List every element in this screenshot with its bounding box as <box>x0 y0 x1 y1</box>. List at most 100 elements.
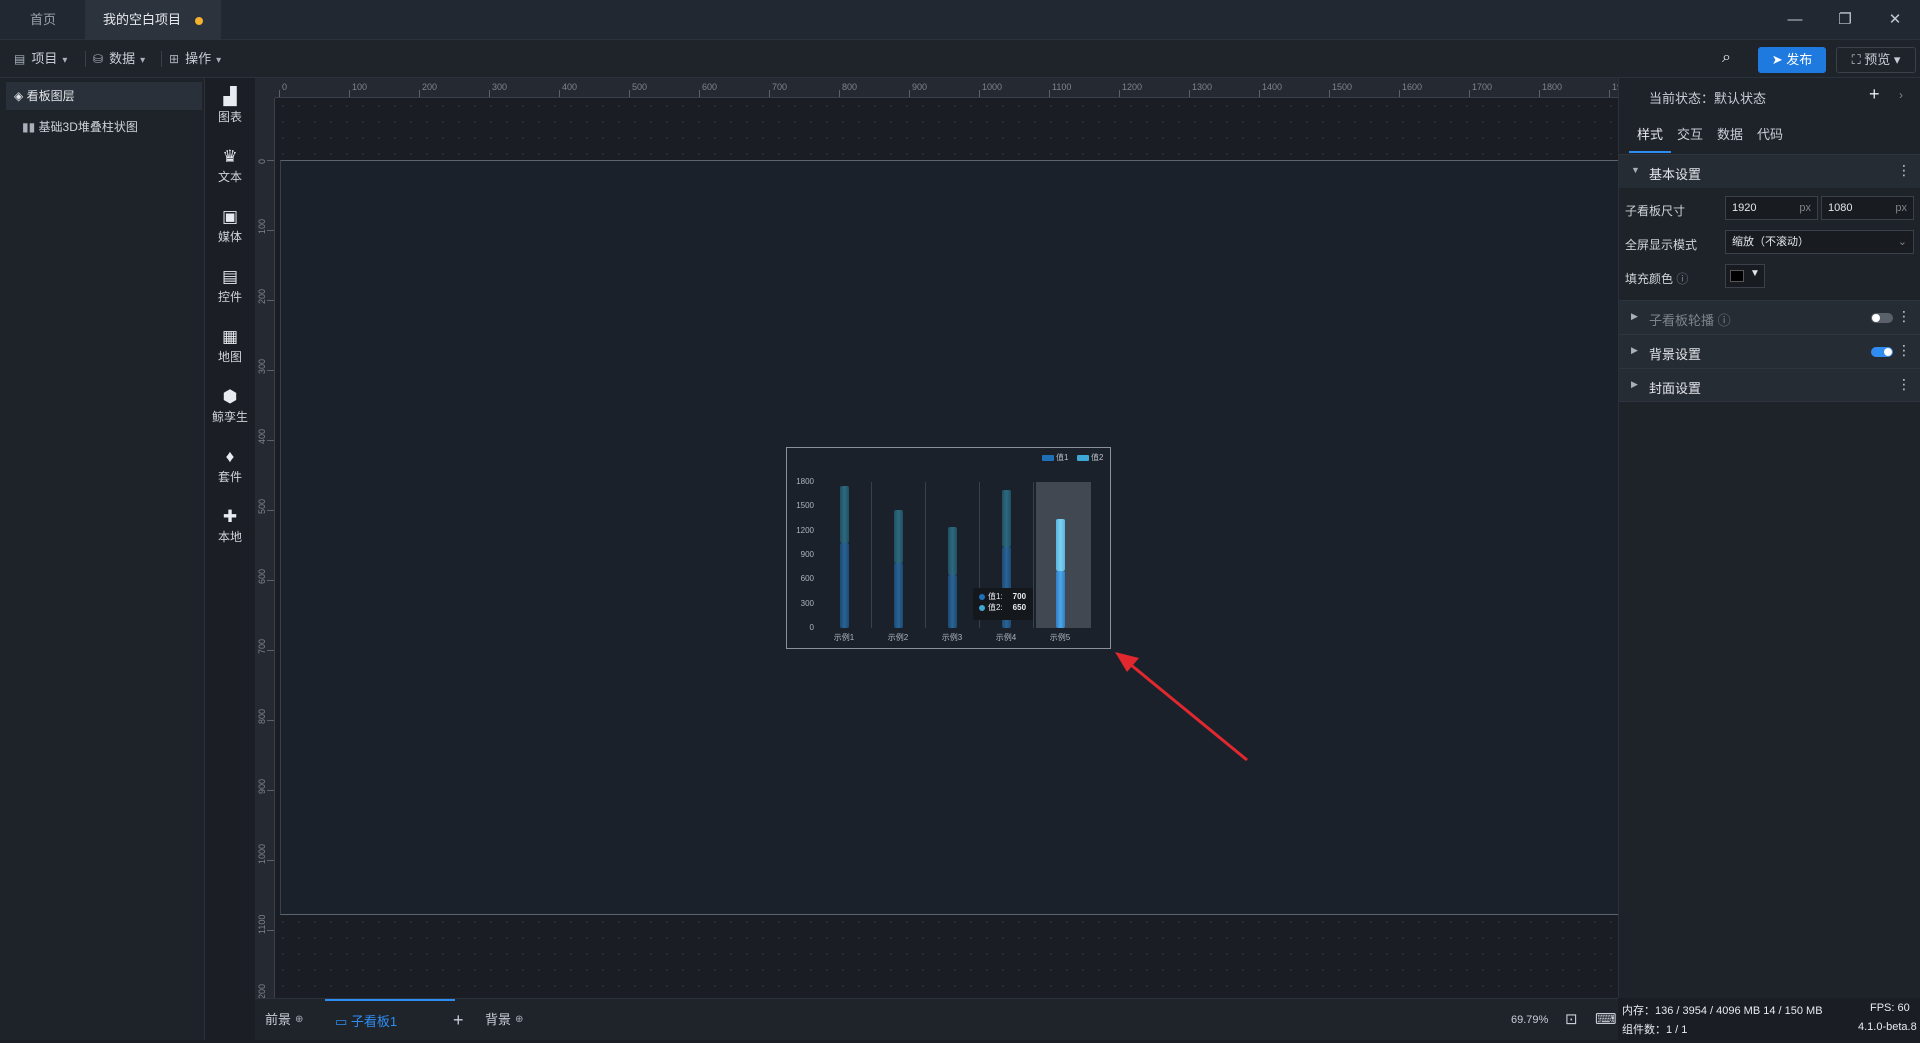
toggle-knob <box>1872 314 1880 322</box>
layers-panel: ◈ 看板图层 ▮▮ 基础3D堆叠柱状图 <box>0 78 205 1040</box>
tool-control[interactable]: ▤ 控件 <box>205 266 255 305</box>
add-circle-icon[interactable]: ⊕ <box>515 1014 523 1025</box>
bar-值1-示例5[interactable] <box>1056 571 1065 628</box>
annotation-arrow <box>1115 652 1248 762</box>
minimize-button[interactable]: — <box>1772 0 1818 40</box>
cube-icon: ⬢ <box>222 387 238 406</box>
fullscreen-select[interactable]: 缩放（不滚动） ⌄ <box>1725 230 1914 254</box>
tab-interaction[interactable]: 交互 <box>1677 124 1703 151</box>
y-tick-label: 600 <box>800 574 814 584</box>
tool-chart[interactable]: ▟ 图表 <box>205 86 255 125</box>
layer-item[interactable]: ▮▮ 基础3D堆叠柱状图 <box>22 118 138 135</box>
bar-值1-示例3[interactable] <box>948 575 957 628</box>
keyboard-icon[interactable]: ⌨ <box>1595 999 1617 1041</box>
media-icon: ▣ <box>221 207 239 226</box>
close-button[interactable]: ✕ <box>1872 0 1918 40</box>
menu-data[interactable]: ⛁ 数据 ▾ <box>85 40 153 78</box>
help-icon[interactable]: ⓘ <box>1714 313 1731 328</box>
tab-project[interactable]: 我的空白项目 <box>85 0 222 40</box>
preview-button[interactable]: ⛶ 预览 ▾ <box>1836 47 1916 73</box>
tooltip-row: 值2: 650 <box>979 602 1027 613</box>
bar-值2-示例2[interactable] <box>894 510 903 564</box>
toggle-knob <box>1884 348 1892 356</box>
more-icon[interactable]: ⋮ <box>1897 162 1911 179</box>
vertical-ruler[interactable]: 0 100 200 300 400 500 600 700 800 900 1000 1100 1200 <box>255 98 275 998</box>
search-icon[interactable]: ⌕ <box>1722 49 1731 67</box>
add-subboard-button[interactable]: + <box>453 999 464 1041</box>
publish-button[interactable]: ➤ 发布 <box>1758 47 1826 73</box>
chevron-right-icon[interactable]: › <box>1899 88 1903 102</box>
more-icon[interactable]: ⋮ <box>1897 308 1911 325</box>
ruler-tick <box>979 90 980 97</box>
tool-kit[interactable]: ♦ 套件 <box>205 446 255 485</box>
ruler-tick <box>267 790 274 791</box>
ruler-label: 1200 <box>1122 82 1143 92</box>
tab-foreground[interactable]: 前景 ⊕ <box>265 999 303 1041</box>
section-carousel[interactable]: ▶ 子看板轮播 ⓘ ⋮ <box>1619 300 1920 334</box>
tool-local[interactable]: ✚ 本地 <box>205 506 255 545</box>
ruler-label: 600 <box>257 568 267 584</box>
bar-值2-示例3[interactable] <box>948 526 957 576</box>
bar-值1-示例2[interactable] <box>894 563 903 628</box>
gridline <box>1033 482 1034 628</box>
carousel-toggle[interactable] <box>1871 313 1893 323</box>
bar-值2-示例4[interactable] <box>1002 490 1011 547</box>
tool-twin[interactable]: ⬢ 鲸孪生 <box>205 386 255 425</box>
tab-home[interactable]: 首页 <box>12 0 74 40</box>
stacked-3d-bar-chart[interactable]: 值1 值2 1800 1500 1200 900 600 300 0 示例1 示例2 示例3 示例4… <box>786 447 1111 649</box>
tool-text[interactable]: ♛ 文本 <box>205 146 255 185</box>
ruler-label: 1100 <box>1052 82 1072 92</box>
fill-color-picker[interactable]: ▼ <box>1725 264 1765 288</box>
ruler-tick <box>279 90 280 97</box>
tab-background[interactable]: 背景 ⊕ <box>485 999 523 1041</box>
tab-style[interactable]: 样式 <box>1629 124 1672 153</box>
tool-map[interactable]: ▦ 地图 <box>205 326 255 365</box>
bar-值2-示例5[interactable] <box>1056 518 1065 572</box>
caret-down-icon: ▼ <box>1631 165 1640 175</box>
database-icon: ⛁ <box>93 52 104 66</box>
restore-button[interactable]: ❐ <box>1822 0 1868 40</box>
bar-值2-示例1[interactable] <box>840 486 849 543</box>
ruler-label: 0 <box>282 82 288 92</box>
section-cover[interactable]: ▶ 封面设置 ⋮ <box>1619 368 1920 402</box>
tab-subboard[interactable]: ▭ 子看板1 <box>325 999 455 1041</box>
tab-code[interactable]: 代码 <box>1757 124 1783 151</box>
more-icon[interactable]: ⋮ <box>1897 376 1911 393</box>
tab-data[interactable]: 数据 <box>1717 124 1743 151</box>
fit-screen-icon[interactable]: ⊡ <box>1565 999 1578 1041</box>
canvas-area[interactable]: 0 100 200 300 400 500 600 700 800 900 1000 1100 1200… <box>255 78 1618 998</box>
chart-marks: 1800 1500 1200 900 600 300 0 示例1 示例2 示例3 示例4 示例5 <box>787 448 1112 650</box>
bar-chart-icon: ▮▮ <box>22 120 39 134</box>
height-input[interactable]: 1080 px <box>1821 196 1914 220</box>
ruler-tick <box>267 370 274 371</box>
bar-值1-示例1[interactable] <box>840 542 849 628</box>
add-state-button[interactable]: + <box>1869 84 1880 105</box>
add-circle-icon[interactable]: ⊕ <box>295 1014 303 1025</box>
horizontal-ruler[interactable]: 0 100 200 300 400 500 600 700 800 900 1000 1100 1200… <box>275 78 1618 98</box>
background-toggle[interactable] <box>1871 347 1893 357</box>
chevron-down-icon: ⌄ <box>1897 236 1907 248</box>
section-basic[interactable]: ▼ 基本设置 ⋮ <box>1619 154 1920 188</box>
tool-media[interactable]: ▣ 媒体 <box>205 206 255 245</box>
section-background[interactable]: ▶ 背景设置 ⋮ <box>1619 334 1920 368</box>
ruler-tick <box>1609 90 1610 97</box>
gridline <box>871 482 872 628</box>
width-input[interactable]: 1920 px <box>1725 196 1818 220</box>
ruler-tick <box>419 90 420 97</box>
ruler-label: 1000 <box>257 843 267 864</box>
ruler-label: 100 <box>352 82 368 92</box>
kit-icon: ♦ <box>225 447 235 466</box>
send-icon: ➤ <box>1771 52 1787 67</box>
ruler-label: 100 <box>257 218 267 234</box>
series-dot <box>979 593 985 600</box>
zoom-level[interactable]: 69.79% <box>1511 999 1548 1041</box>
more-icon[interactable]: ⋮ <box>1897 342 1911 359</box>
ruler-label: 1400 <box>1262 82 1283 92</box>
help-icon[interactable]: ⓘ <box>1673 272 1688 286</box>
caret-right-icon: ▶ <box>1631 311 1638 321</box>
ruler-label: 1200 <box>257 983 267 998</box>
menu-operate[interactable]: ⊞ 操作 ▾ <box>161 40 229 78</box>
version: 4.1.0-beta.8 <box>1858 1021 1917 1033</box>
layers-header[interactable]: ◈ 看板图层 <box>6 82 202 110</box>
menu-project[interactable]: ▤ 项目 ▾ <box>6 40 75 78</box>
